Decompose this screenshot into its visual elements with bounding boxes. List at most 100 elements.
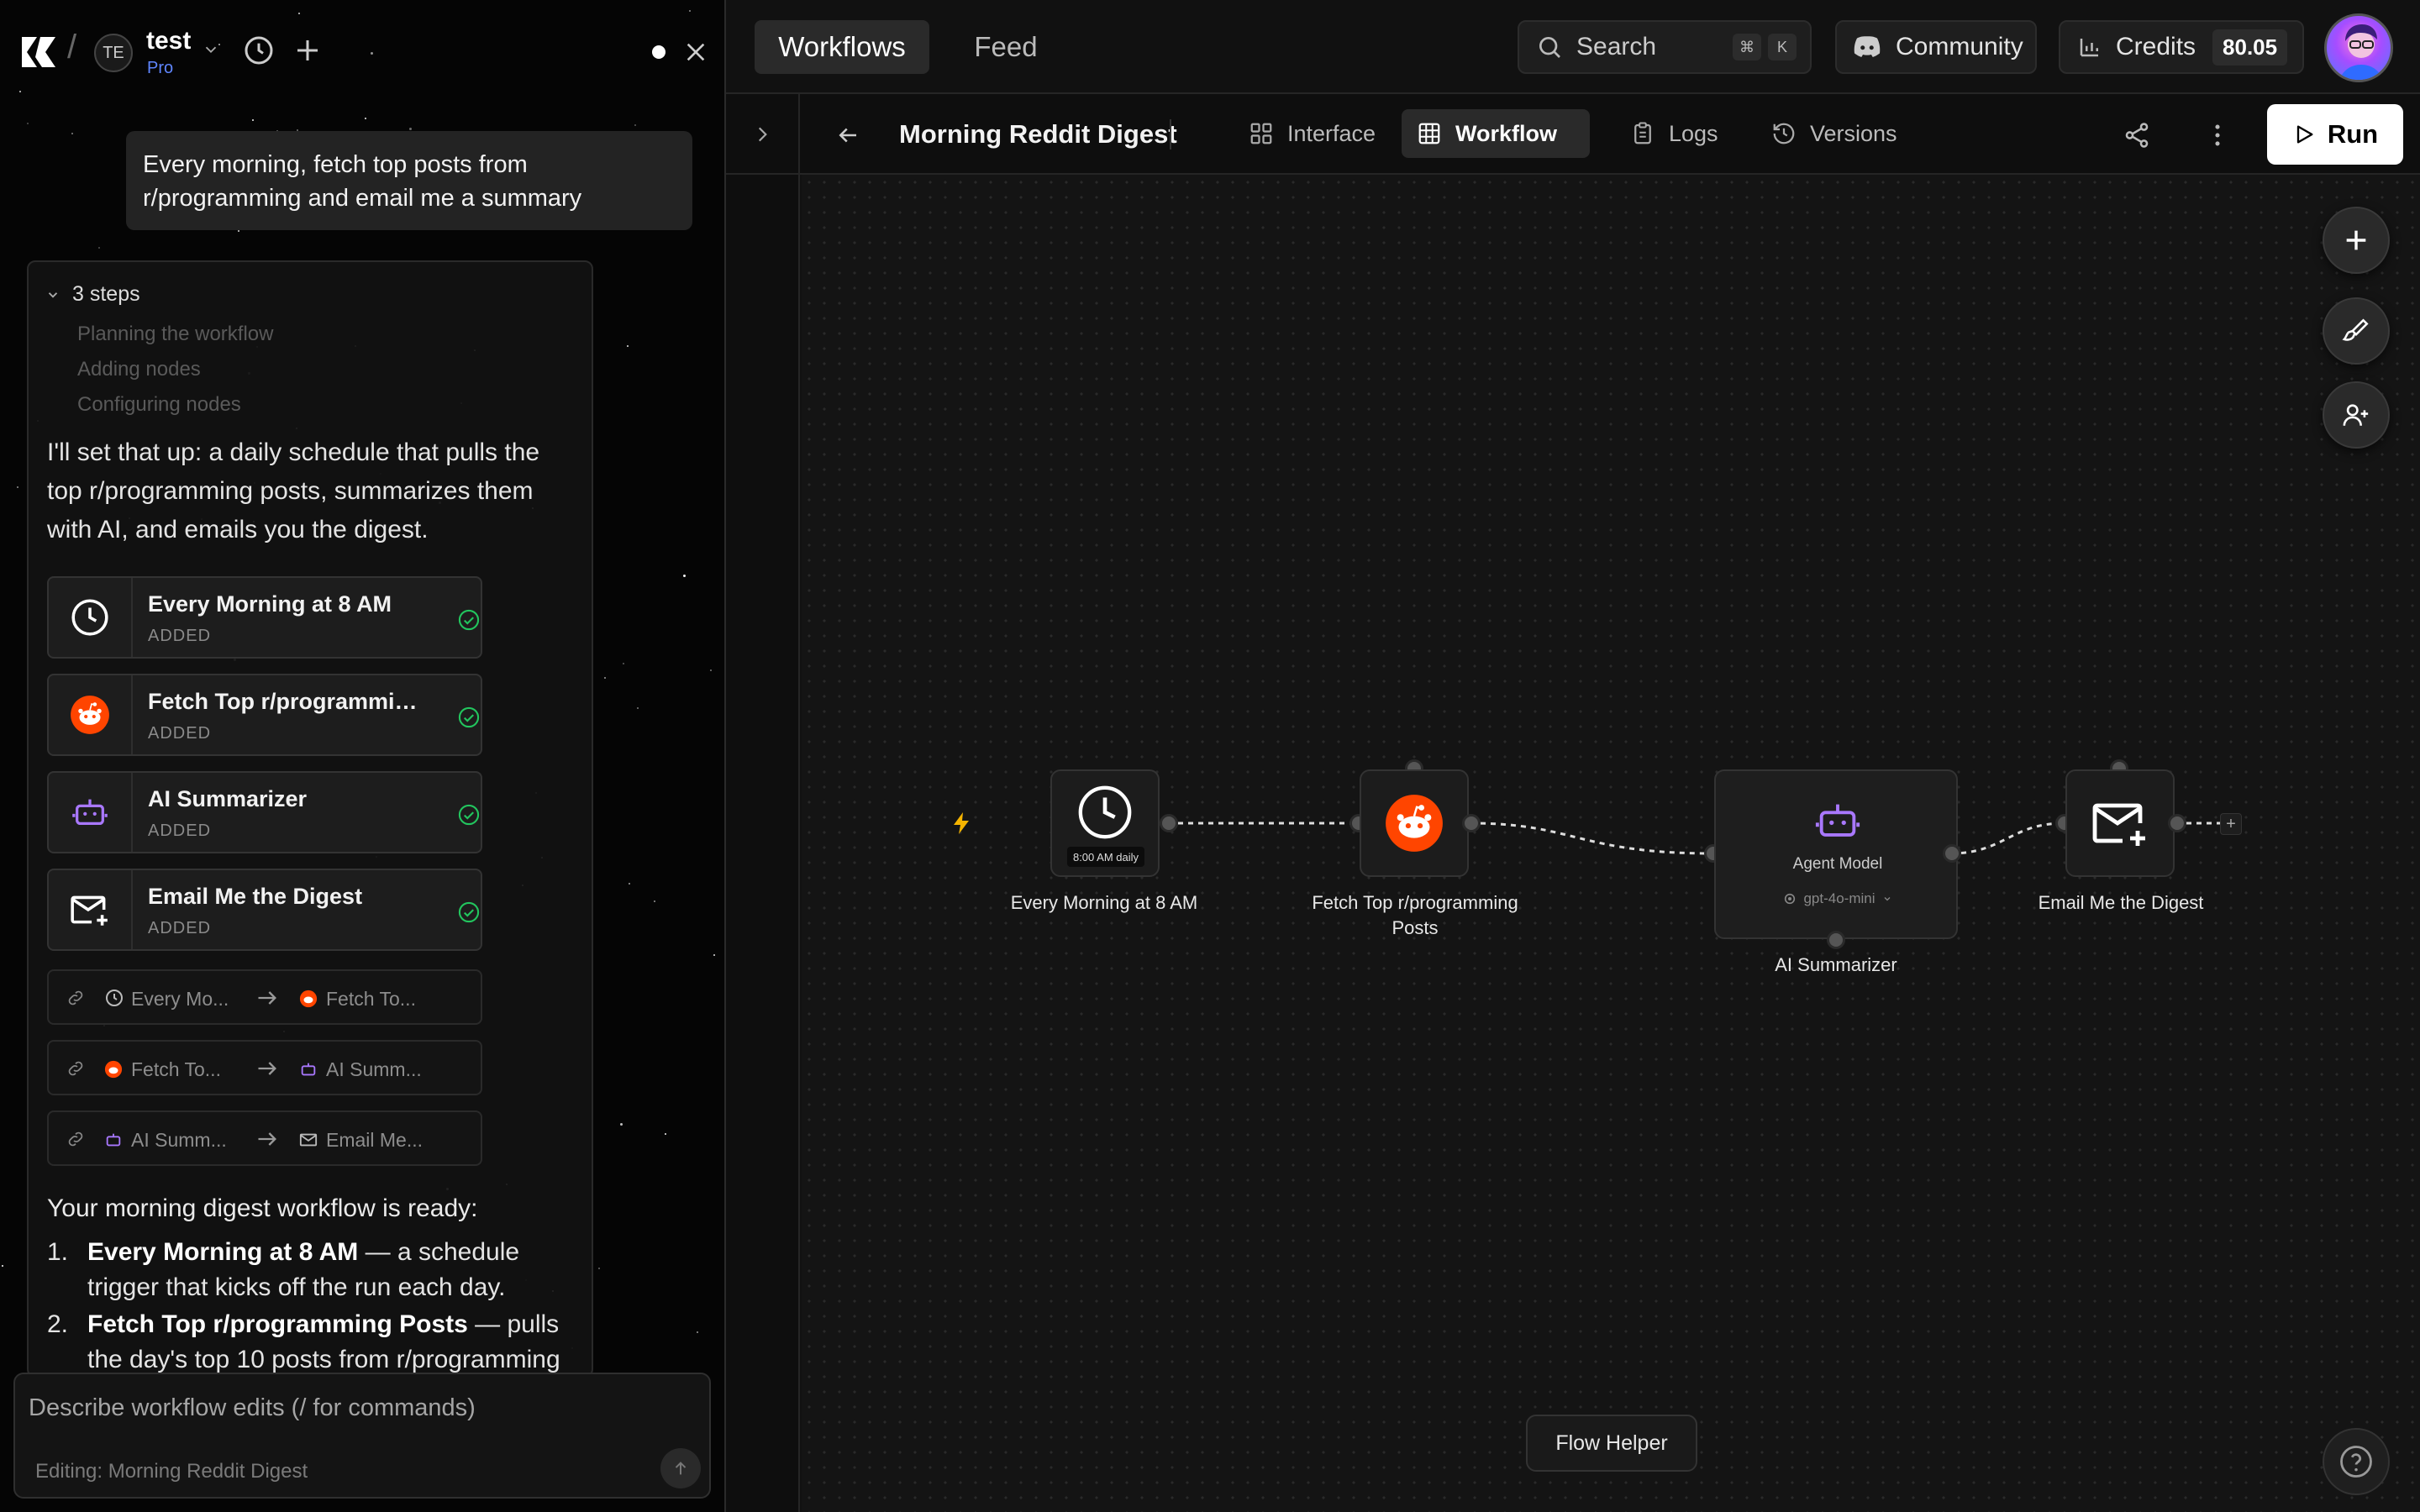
link-icon <box>68 990 83 1005</box>
added-node-status: ADDED <box>148 822 212 840</box>
workspace-name[interactable]: test <box>146 27 191 55</box>
share-icon[interactable] <box>2123 121 2151 150</box>
agent-node[interactable]: Agent Model gpt-4o-mini <box>1714 769 1958 939</box>
robot-icon <box>72 799 108 826</box>
sidebar-toggle[interactable] <box>726 94 800 175</box>
workflow-title[interactable]: Morning Reddit Digest <box>899 119 1177 150</box>
robot-icon <box>106 1133 121 1147</box>
help-button[interactable] <box>2323 1428 2390 1495</box>
arrow-right-icon <box>258 1132 276 1146</box>
tab-feed[interactable]: Feed <box>951 20 1060 74</box>
schedule-badge: 8:00 AM daily <box>1067 847 1144 867</box>
divider <box>1170 119 1171 150</box>
new-chat-plus-icon[interactable] <box>292 35 323 66</box>
chat-input[interactable]: Describe workflow edits (/ for commands) <box>29 1394 476 1422</box>
node-label: AI Summarizer <box>1775 954 1897 975</box>
plus-icon <box>2346 230 2366 250</box>
output-port[interactable] <box>1462 814 1481 832</box>
shortcut-key: K <box>1768 34 1797 60</box>
list-item: 2. Fetch Top r/programming Posts — pulls … <box>47 1307 585 1378</box>
added-node-card[interactable]: Fetch Top r/programmin... ADDED <box>47 674 482 756</box>
added-node-name: AI Summarizer <box>148 786 308 811</box>
shortcut-key: ⌘ <box>1733 34 1761 60</box>
trigger-node[interactable]: 8:00 AM daily <box>1050 769 1160 877</box>
user-avatar[interactable] <box>2324 13 2393 82</box>
list-item: 1. Every Morning at 8 AM — a schedule tri… <box>47 1235 585 1305</box>
more-vertical-icon[interactable] <box>2203 121 2232 150</box>
reddit-icon <box>104 1060 123 1079</box>
credits-value: 80.05 <box>2212 29 2288 66</box>
add-node-plus-icon[interactable]: + <box>2220 813 2242 835</box>
mail-icon <box>299 1133 318 1147</box>
star-dot <box>713 954 715 956</box>
steps-toggle[interactable]: 3 steps <box>45 282 140 307</box>
tab-versions[interactable]: Versions <box>1756 109 1916 158</box>
connection-to: Email Me... <box>326 1129 424 1151</box>
added-node-card[interactable]: AI Summarizer ADDED <box>47 771 482 853</box>
credits-button[interactable]: Credits 80.05 <box>2059 20 2304 74</box>
node-label: Fetch Top r/programming Posts <box>1312 892 1518 938</box>
steps-header-label: 3 steps <box>72 282 140 306</box>
connection-card[interactable]: Every Mo... Fetch To... <box>47 969 482 1025</box>
history-icon[interactable] <box>242 34 276 67</box>
flow-helper-button[interactable]: Flow Helper <box>1526 1415 1697 1472</box>
bottom-port[interactable] <box>1827 931 1845 949</box>
add-node-button[interactable] <box>2323 207 2390 274</box>
star-dot <box>634 124 636 126</box>
run-button[interactable]: Run <box>2267 104 2403 165</box>
openai-icon <box>1785 893 1796 905</box>
output-port[interactable] <box>1943 844 1961 863</box>
tab-workflow[interactable]: Workflow <box>1402 109 1590 158</box>
style-button[interactable] <box>2323 297 2390 365</box>
workspace-avatar[interactable]: TE <box>94 34 133 72</box>
output-port[interactable] <box>1160 814 1178 832</box>
send-button[interactable] <box>660 1448 701 1488</box>
reddit-node[interactable] <box>1360 769 1469 877</box>
tab-label: Logs <box>1669 120 1718 146</box>
star-dot <box>598 1268 600 1269</box>
chevron-down-icon <box>48 291 58 298</box>
main-area: Workflows Feed Search ⌘ K Community Cred… <box>724 0 2420 1512</box>
tab-label: Versions <box>1810 120 1897 146</box>
star-dot <box>252 119 254 121</box>
workflow-canvas[interactable]: 8:00 AM daily Every Morning at 8 AM Fetc… <box>802 175 2420 1512</box>
close-icon[interactable] <box>682 39 709 66</box>
star-dot <box>17 486 18 488</box>
tab-logs[interactable]: Logs <box>1615 109 1741 158</box>
edge-agent-email <box>1950 822 2065 855</box>
invite-user-button[interactable] <box>2323 381 2390 449</box>
ready-message: Your morning digest workflow is ready: <box>47 1194 478 1222</box>
tab-workflows[interactable]: Workflows <box>755 20 929 74</box>
list-number: 1. <box>47 1238 69 1266</box>
edge-reddit-agent <box>1470 822 1713 855</box>
arrow-left-icon[interactable] <box>835 123 860 148</box>
chevron-down-icon[interactable] <box>202 40 220 59</box>
clock-icon <box>1078 785 1132 839</box>
node-icon-box <box>49 773 133 852</box>
added-node-card[interactable]: Every Morning at 8 AM ADDED <box>47 576 482 659</box>
list-number: 2. <box>47 1310 69 1338</box>
app-logo-icon[interactable] <box>18 32 59 72</box>
output-port[interactable] <box>2168 814 2186 832</box>
search-box[interactable]: Search ⌘ K <box>1518 20 1812 74</box>
check-circle-icon <box>458 804 480 826</box>
chat-panel-header: / TE test Pro <box>0 0 724 104</box>
reddit-icon <box>71 696 109 734</box>
community-button[interactable]: Community <box>1835 20 2037 74</box>
connection-from: AI Summ... <box>131 1129 227 1151</box>
chat-input-box[interactable]: Describe workflow edits (/ for commands)… <box>13 1373 711 1499</box>
chevron-right-icon <box>758 127 767 142</box>
connection-card[interactable]: Fetch To... AI Summ... <box>47 1040 482 1095</box>
connection-card[interactable]: AI Summ... Email Me... <box>47 1110 482 1166</box>
email-node[interactable] <box>2065 769 2175 877</box>
star-dot <box>238 230 239 232</box>
star-dot <box>604 677 606 679</box>
history-icon <box>1773 123 1795 144</box>
table-icon <box>1418 123 1440 144</box>
added-node-card[interactable]: Email Me the Digest ADDED <box>47 869 482 951</box>
agent-title: Agent Model <box>1792 855 1883 873</box>
tab-interface[interactable]: Interface <box>1234 109 1420 158</box>
robot-icon <box>301 1063 316 1076</box>
model-select[interactable]: gpt-4o-mini <box>1716 890 1960 907</box>
top-nav: Workflows Feed Search ⌘ K Community Cred… <box>726 0 2420 94</box>
